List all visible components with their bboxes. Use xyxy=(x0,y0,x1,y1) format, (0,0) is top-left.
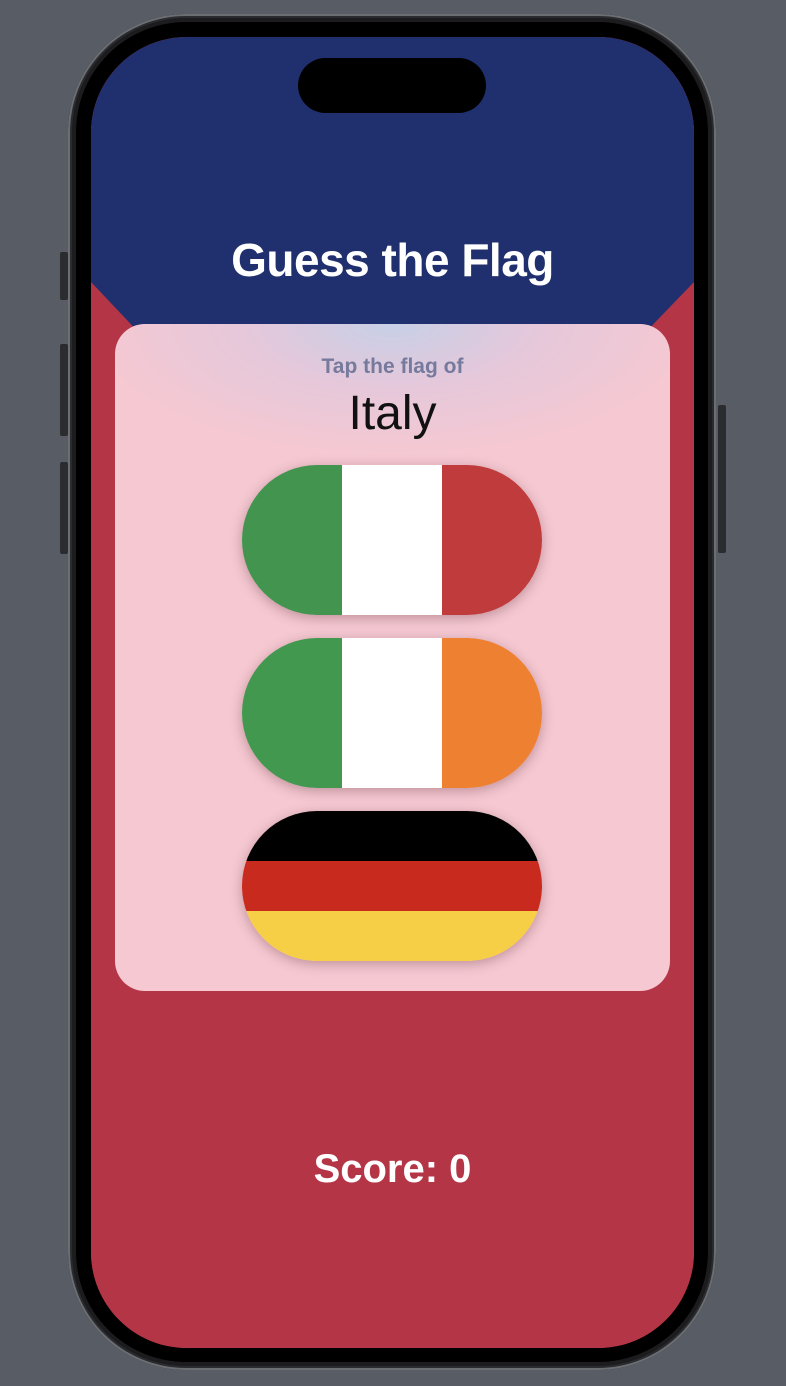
country-name: Italy xyxy=(348,387,437,440)
app-screen: Guess the Flag Tap the flag of Italy Sco… xyxy=(91,37,694,1348)
germany-flag-stripe-1 xyxy=(242,811,542,861)
flag-button-1[interactable] xyxy=(242,465,542,615)
dynamic-island xyxy=(298,58,486,113)
score-label: Score: 0 xyxy=(313,1147,472,1191)
action-button xyxy=(60,252,68,300)
volume-up-button xyxy=(60,344,68,436)
page-title: Guess the Flag xyxy=(231,234,554,286)
germany-flag-stripe-3 xyxy=(242,911,542,961)
germany-flag-stripe-2 xyxy=(242,861,542,911)
ireland-flag-stripe-3 xyxy=(442,638,542,788)
flag-button-3[interactable] xyxy=(242,811,542,961)
power-button xyxy=(718,405,726,553)
flag-button-2[interactable] xyxy=(242,638,542,788)
question-card: Tap the flag of Italy xyxy=(115,324,670,991)
prompt-label: Tap the flag of xyxy=(321,355,464,378)
ireland-flag-stripe-1 xyxy=(242,638,342,788)
ireland-flag-stripe-2 xyxy=(342,638,442,788)
italy-flag-stripe-2 xyxy=(342,465,442,615)
volume-down-button xyxy=(60,462,68,554)
